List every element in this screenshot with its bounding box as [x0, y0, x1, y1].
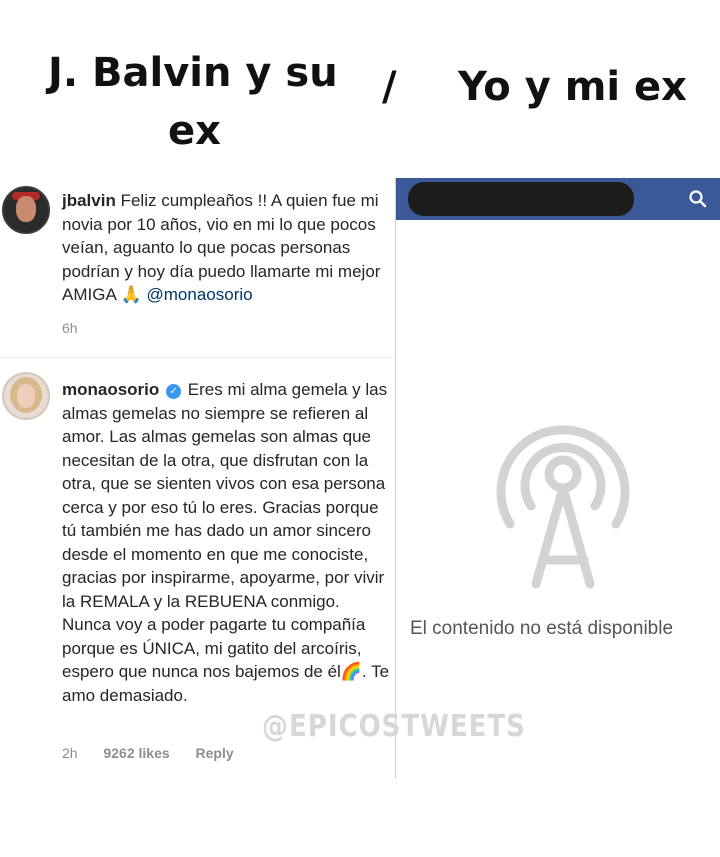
- rainbow-emoji-icon: 🌈: [340, 662, 362, 681]
- search-icon[interactable]: [688, 189, 708, 209]
- header-right: Yo y mi ex: [458, 64, 687, 110]
- verified-badge-icon: ✓: [166, 384, 182, 399]
- broadcast-antenna-icon: [496, 425, 630, 589]
- comment-mention[interactable]: @monaosorio: [147, 285, 253, 304]
- comment-time: 2h: [62, 745, 78, 761]
- likes-count[interactable]: 9262 likes: [103, 745, 169, 761]
- comment-text: Eres mi alma gemela y las almas gemelas …: [62, 380, 388, 681]
- comment-username[interactable]: monaosorio: [62, 380, 159, 399]
- header-left-line2: ex: [168, 108, 221, 154]
- avatar-monaosorio[interactable]: [2, 372, 50, 420]
- comment-divider: [0, 357, 395, 358]
- comment-monaosorio: monaosorio ✓ Eres mi alma gemela y las a…: [62, 378, 392, 707]
- reply-button[interactable]: Reply: [196, 745, 234, 761]
- comment-username[interactable]: jbalvin: [62, 191, 116, 210]
- panel-divider: [395, 178, 396, 778]
- watermark: @EPICOSTWEETS: [262, 709, 526, 745]
- content-unavailable-message: El contenido no está disponible: [410, 618, 674, 639]
- pray-emoji-icon: 🙏: [120, 285, 142, 304]
- comment-meta: 2h 9262 likes Reply: [62, 745, 256, 761]
- header-left-line1: J. Balvin y su: [48, 50, 338, 96]
- comment-time: 6h: [62, 320, 78, 336]
- search-field-redacted[interactable]: [408, 182, 634, 216]
- header-divider: /: [382, 64, 397, 110]
- comment-jbalvin: jbalvin Feliz cumpleaños !! A quien fue …: [62, 189, 392, 307]
- avatar-jbalvin[interactable]: [2, 186, 50, 234]
